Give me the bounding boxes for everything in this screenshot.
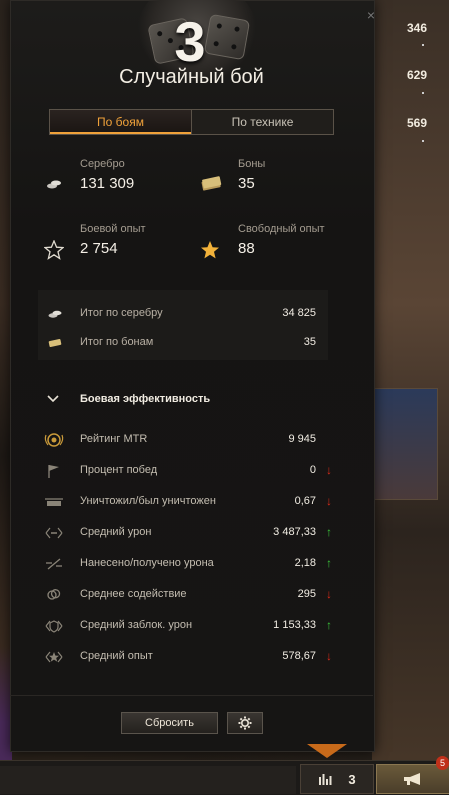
efficiency-label: Процент побед: [80, 464, 158, 476]
damage-icon: [45, 527, 63, 539]
background-value-1: 346: [406, 21, 427, 35]
notification-badge: 5: [436, 756, 449, 770]
free-xp-stat: Свободный опыт 88: [238, 223, 325, 257]
silver-value: 131 309: [80, 175, 135, 192]
efficiency-row-assist: Среднее содействие 295 ↓: [40, 584, 340, 606]
trend-down-icon: ↓: [326, 649, 332, 663]
total-silver-value: 34 825: [282, 307, 316, 319]
efficiency-value: 9 945: [288, 433, 316, 445]
star-filled-icon: [201, 241, 219, 259]
efficiency-value: 1 153,33: [273, 619, 316, 631]
efficiency-heading[interactable]: Боевая эффективность: [80, 393, 210, 405]
total-silver-label: Итог по серебру: [80, 307, 163, 319]
die-right-icon: [203, 13, 251, 61]
efficiency-value: 0: [309, 464, 316, 476]
chevron-down-icon[interactable]: [47, 395, 59, 403]
star-outline-icon: [44, 240, 64, 260]
efficiency-value: 578,67: [282, 650, 316, 662]
gear-icon: [238, 716, 252, 730]
silver-stat: Серебро 131 309: [80, 158, 134, 192]
blocked-damage-icon: [45, 620, 63, 633]
destroyed-icon: [45, 498, 63, 506]
background-right-strip: 346 629 569: [372, 0, 449, 760]
efficiency-row-rating: Рейтинг MTR 9 945: [40, 429, 340, 451]
efficiency-value: 0,67: [294, 495, 316, 507]
efficiency-value: 3 487,33: [273, 526, 316, 538]
reset-button[interactable]: Сбросить: [121, 712, 218, 734]
efficiency-label: Средний урон: [80, 526, 152, 538]
background-dot: [422, 140, 424, 142]
flag-icon: [48, 465, 59, 478]
panel-pointer: [307, 744, 347, 758]
close-icon[interactable]: ×: [365, 8, 377, 22]
efficiency-value: 2,18: [294, 557, 316, 569]
free-xp-label: Свободный опыт: [238, 223, 325, 235]
bar-chart-icon: [319, 774, 332, 785]
efficiency-value: 295: [297, 588, 316, 600]
background-card: [372, 388, 438, 500]
trend-down-icon: ↓: [326, 463, 332, 477]
efficiency-row-kd: Уничтожил/был уничтожен 0,67 ↓: [40, 491, 340, 513]
efficiency-row-avg-xp: Средний опыт 578,67 ↓: [40, 646, 340, 668]
bonds-value: 35: [238, 175, 255, 192]
combat-xp-value: 2 754: [80, 240, 118, 257]
background-dot: [422, 44, 424, 46]
trend-down-icon: ↓: [326, 587, 332, 601]
efficiency-label: Средний заблок. урон: [80, 619, 193, 631]
efficiency-row-blocked: Средний заблок. урон 1 153,33 ↑: [40, 615, 340, 637]
session-stats-button[interactable]: 3: [300, 764, 374, 794]
rating-badge-icon: [44, 433, 64, 447]
background-value-2: 629: [406, 68, 427, 82]
efficiency-label: Среднее содействие: [80, 588, 187, 600]
silver-coins-icon: [47, 180, 61, 189]
silver-coins-icon: [48, 310, 62, 318]
efficiency-label: Уничтожил/был уничтожен: [80, 495, 216, 507]
xp-icon: [45, 651, 63, 663]
combat-xp-stat: Боевой опыт 2 754: [80, 223, 146, 257]
bonds-stat: Боны 35: [238, 158, 265, 192]
assist-icon: [47, 589, 61, 600]
battle-count: 3: [174, 10, 206, 73]
background-dot: [422, 92, 424, 94]
page-title: Случайный бой: [119, 66, 264, 88]
tab-by-vehicles[interactable]: По технике: [192, 110, 333, 134]
total-bonds-value: 35: [303, 336, 316, 348]
efficiency-row-win-rate: Процент побед 0 ↓: [40, 460, 340, 482]
damage-ratio-icon: [46, 558, 62, 570]
settings-button[interactable]: [227, 712, 263, 734]
efficiency-row-damage-ratio: Нанесено/получено урона 2,18 ↑: [40, 553, 340, 575]
footer-divider: [10, 695, 373, 696]
trend-up-icon: ↑: [326, 556, 332, 570]
free-xp-value: 88: [238, 240, 255, 257]
efficiency-label: Нанесено/получено урона: [80, 557, 214, 569]
efficiency-label: Рейтинг MTR: [80, 433, 148, 445]
total-bonds-label: Итог по бонам: [80, 336, 154, 348]
megaphone-icon: [404, 773, 420, 785]
trend-up-icon: ↑: [326, 618, 332, 632]
bonds-icon: [201, 176, 222, 191]
tab-bar: По боям По технике: [49, 109, 334, 135]
trend-up-icon: ↑: [326, 525, 332, 539]
tab-by-battles[interactable]: По боям: [50, 110, 192, 134]
combat-xp-label: Боевой опыт: [80, 223, 146, 235]
bonds-icon: [48, 339, 62, 347]
efficiency-label: Средний опыт: [80, 650, 153, 662]
efficiency-row-avg-damage: Средний урон 3 487,33 ↑: [40, 522, 340, 544]
bottom-bar-left: [0, 766, 296, 794]
session-stats-count: 3: [348, 771, 356, 787]
silver-label: Серебро: [80, 158, 125, 170]
trend-down-icon: ↓: [326, 494, 332, 508]
background-value-3: 569: [406, 116, 427, 130]
total-bonds-row: Итог по бонам 35: [80, 336, 316, 352]
total-silver-row: Итог по серебру 34 825: [80, 307, 316, 323]
bonds-label: Боны: [238, 158, 266, 170]
